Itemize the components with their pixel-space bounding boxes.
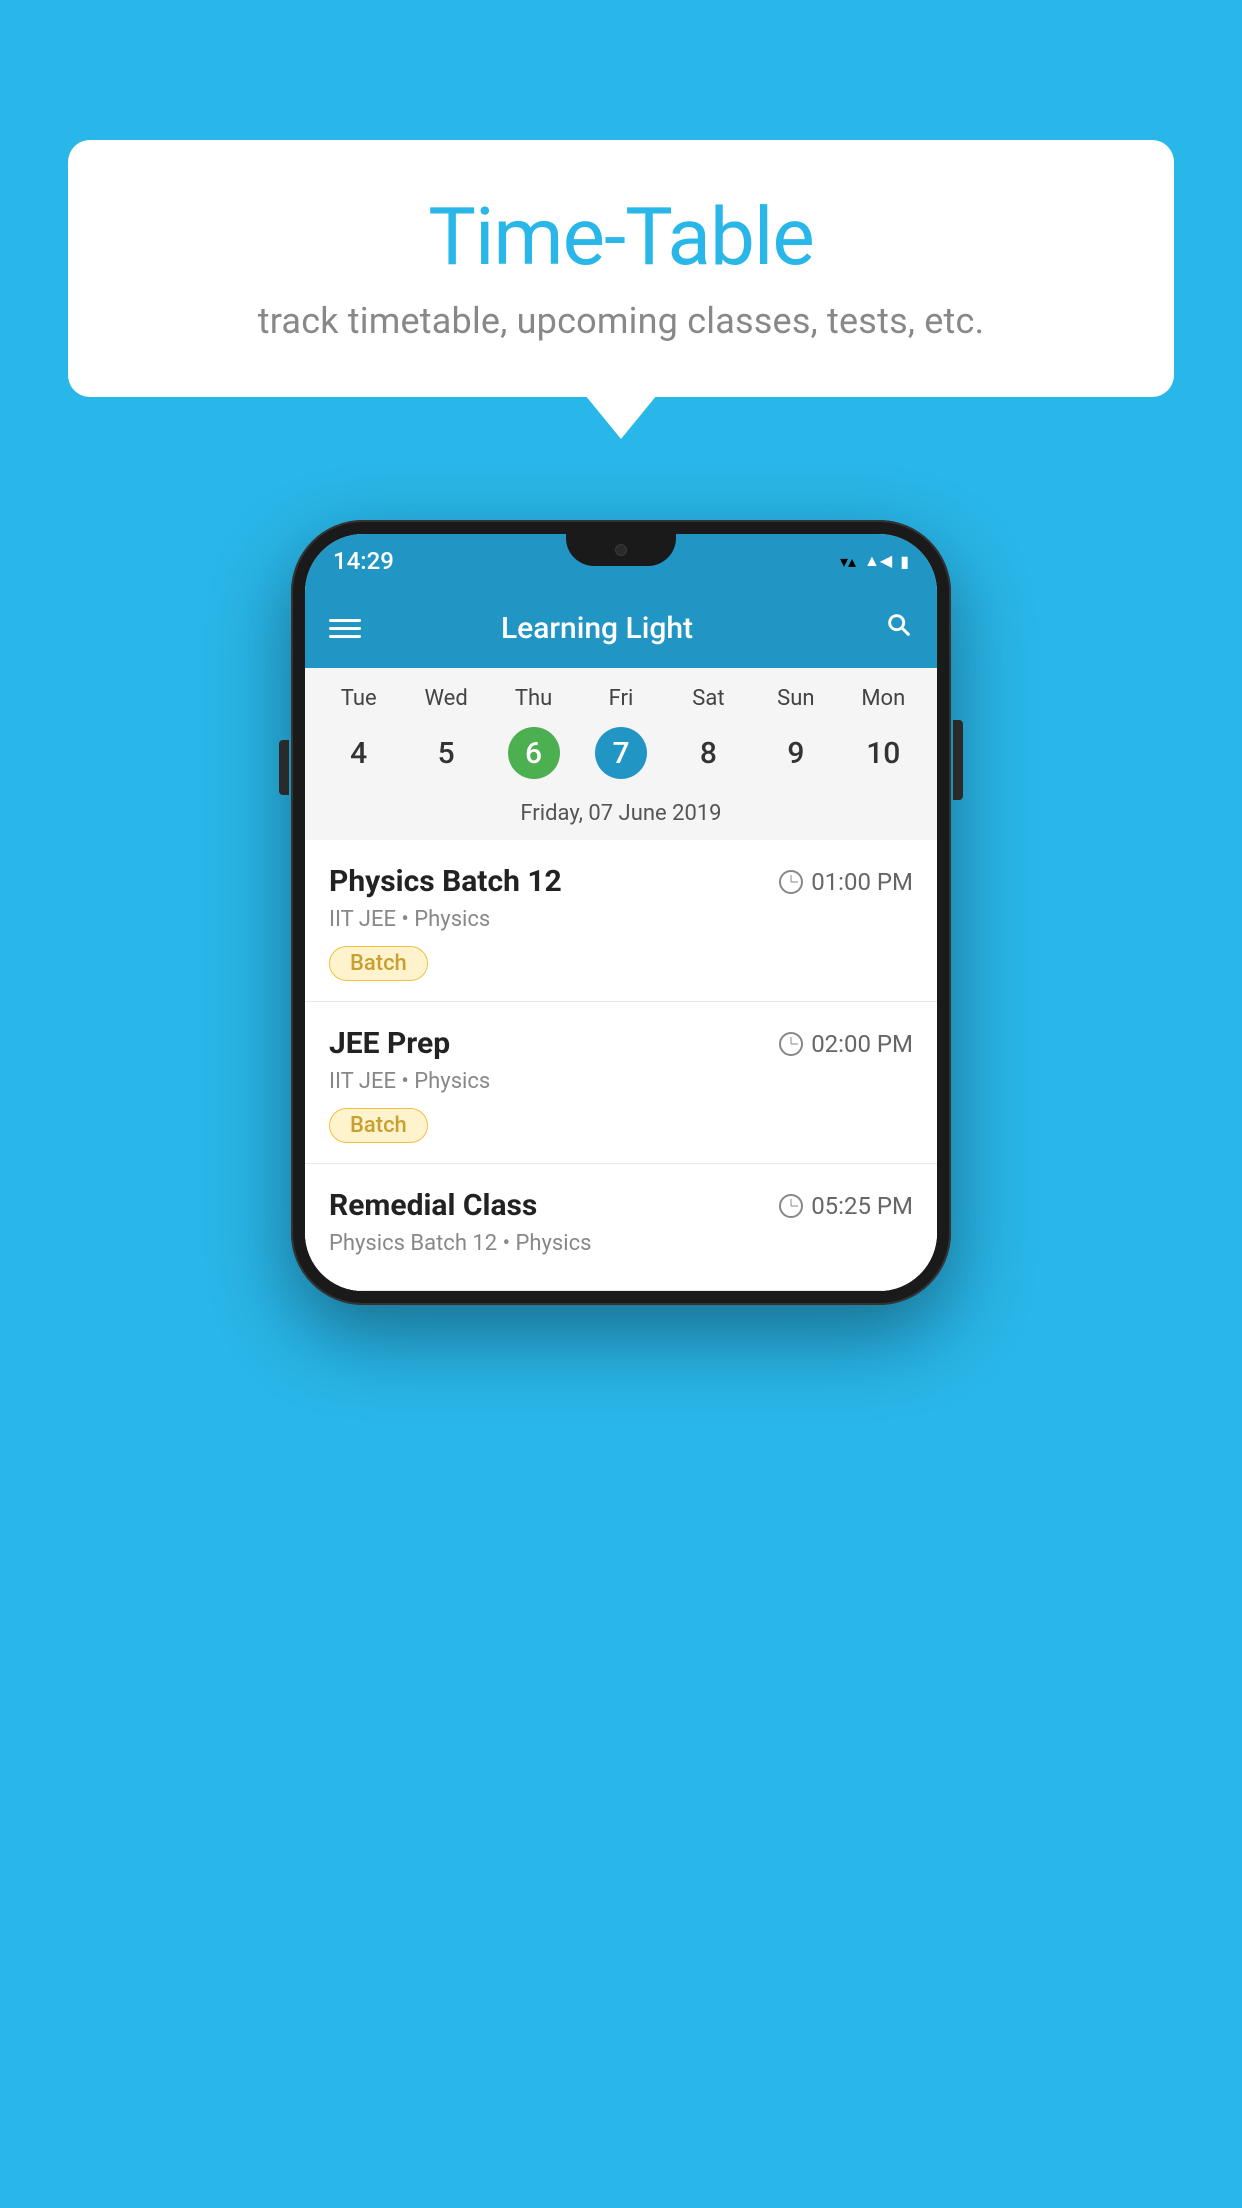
app-bar: Learning Light xyxy=(305,588,937,668)
phone-inner: 14:29 ▾▴ ▲◀ ▮ xyxy=(305,534,937,1291)
phone-mockup: 14:29 ▾▴ ▲◀ ▮ xyxy=(291,520,951,1305)
date-cell-7[interactable]: 7 xyxy=(577,727,664,779)
schedule-meta-1: IIT JEE • Physics xyxy=(329,907,913,932)
date-4: 4 xyxy=(333,727,385,779)
schedule-item-1-header: Physics Batch 12 01:00 PM xyxy=(329,864,913,899)
schedule-time-value-1: 01:00 PM xyxy=(811,868,913,896)
day-label-sat: Sat xyxy=(665,686,752,711)
schedule-meta-3: Physics Batch 12 • Physics xyxy=(329,1231,913,1256)
schedule-name-1: Physics Batch 12 xyxy=(329,864,562,899)
schedule-time-3: 05:25 PM xyxy=(779,1192,913,1220)
date-cell-10[interactable]: 10 xyxy=(840,727,927,779)
schedule-item-3[interactable]: Remedial Class 05:25 PM Physics Batch 12… xyxy=(305,1164,937,1291)
schedule-time-value-2: 02:00 PM xyxy=(811,1030,913,1058)
bubble-title: Time-Table xyxy=(128,190,1114,284)
day-label-mon: Mon xyxy=(840,686,927,711)
status-time: 14:29 xyxy=(333,547,394,575)
schedule-time-2: 02:00 PM xyxy=(779,1030,913,1058)
schedule-time-value-3: 05:25 PM xyxy=(811,1192,913,1220)
schedule-time-1: 01:00 PM xyxy=(779,868,913,896)
date-7-selected: 7 xyxy=(595,727,647,779)
schedule-badge-1: Batch xyxy=(329,946,428,981)
date-cell-9[interactable]: 9 xyxy=(752,727,839,779)
clock-icon-2 xyxy=(779,1032,803,1056)
date-cell-5[interactable]: 5 xyxy=(402,727,489,779)
schedule-list: Physics Batch 12 01:00 PM IIT JEE • Phys… xyxy=(305,840,937,1291)
search-icon[interactable] xyxy=(885,611,913,646)
bubble-subtitle: track timetable, upcoming classes, tests… xyxy=(128,300,1114,342)
date-cell-6[interactable]: 6 xyxy=(490,727,577,779)
speech-bubble-container: Time-Table track timetable, upcoming cla… xyxy=(68,140,1174,397)
date-cell-8[interactable]: 8 xyxy=(665,727,752,779)
camera-dot xyxy=(615,544,627,556)
date-10: 10 xyxy=(857,727,909,779)
schedule-name-2: JEE Prep xyxy=(329,1026,450,1061)
schedule-item-1[interactable]: Physics Batch 12 01:00 PM IIT JEE • Phys… xyxy=(305,840,937,1002)
date-5: 5 xyxy=(420,727,472,779)
date-6-today: 6 xyxy=(508,727,560,779)
schedule-item-3-header: Remedial Class 05:25 PM xyxy=(329,1188,913,1223)
day-label-tue: Tue xyxy=(315,686,402,711)
speech-bubble: Time-Table track timetable, upcoming cla… xyxy=(68,140,1174,397)
calendar-section: Tue Wed Thu Fri Sat Sun Mon 4 5 xyxy=(305,668,937,840)
schedule-item-2-header: JEE Prep 02:00 PM xyxy=(329,1026,913,1061)
status-icons: ▾▴ ▲◀ ▮ xyxy=(840,551,909,571)
phone-outer: 14:29 ▾▴ ▲◀ ▮ xyxy=(291,520,951,1305)
schedule-item-2[interactable]: JEE Prep 02:00 PM IIT JEE • Physics Batc… xyxy=(305,1002,937,1164)
day-label-sun: Sun xyxy=(752,686,839,711)
date-8: 8 xyxy=(682,727,734,779)
day-label-fri: Fri xyxy=(577,686,664,711)
days-header: Tue Wed Thu Fri Sat Sun Mon xyxy=(305,668,937,719)
notch xyxy=(566,534,676,566)
wifi-icon: ▾▴ xyxy=(840,552,856,571)
app-title: Learning Light xyxy=(329,611,865,646)
clock-icon-1 xyxy=(779,870,803,894)
phone-screen: 14:29 ▾▴ ▲◀ ▮ xyxy=(305,534,937,1291)
dates-row: 4 5 6 7 8 xyxy=(305,719,937,795)
clock-icon-3 xyxy=(779,1194,803,1218)
date-9: 9 xyxy=(770,727,822,779)
day-label-wed: Wed xyxy=(402,686,489,711)
schedule-meta-2: IIT JEE • Physics xyxy=(329,1069,913,1094)
schedule-badge-2: Batch xyxy=(329,1108,428,1143)
selected-date-label: Friday, 07 June 2019 xyxy=(305,795,937,840)
signal-icon: ▲◀ xyxy=(864,551,892,571)
date-cell-4[interactable]: 4 xyxy=(315,727,402,779)
schedule-name-3: Remedial Class xyxy=(329,1188,537,1223)
battery-icon: ▮ xyxy=(900,552,909,571)
day-label-thu: Thu xyxy=(490,686,577,711)
status-bar: 14:29 ▾▴ ▲◀ ▮ xyxy=(305,534,937,588)
